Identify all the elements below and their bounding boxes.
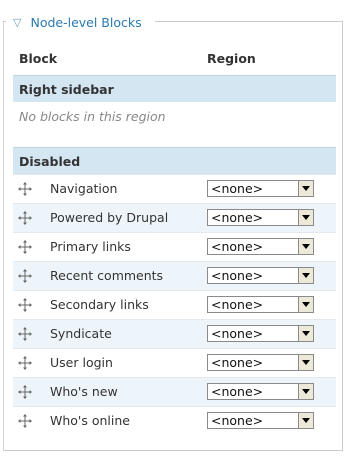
fieldset-legend-label[interactable]: Node-level Blocks bbox=[30, 15, 141, 30]
region-select[interactable]: <none> bbox=[207, 209, 314, 226]
table-row: Who's online <none> bbox=[13, 406, 336, 435]
region-header-right-sidebar: Right sidebar bbox=[13, 75, 336, 102]
table-row: Syndicate <none> bbox=[13, 319, 336, 348]
region-select-value: <none> bbox=[211, 355, 264, 370]
drag-handle-icon[interactable] bbox=[18, 240, 32, 254]
chevron-down-icon[interactable] bbox=[298, 297, 313, 312]
block-name: Who's online bbox=[50, 413, 130, 428]
region-select[interactable]: <none> bbox=[207, 354, 314, 371]
chevron-down-icon[interactable] bbox=[298, 239, 313, 254]
collapse-triangle-icon[interactable]: ▽ bbox=[13, 16, 21, 29]
region-select[interactable]: <none> bbox=[207, 383, 314, 400]
drag-handle-icon[interactable] bbox=[18, 414, 32, 428]
block-name: User login bbox=[50, 355, 113, 370]
chevron-down-icon[interactable] bbox=[298, 384, 313, 399]
region-title: Right sidebar bbox=[19, 82, 114, 97]
table-row: Who's new <none> bbox=[13, 377, 336, 406]
region-select-value: <none> bbox=[211, 239, 264, 254]
block-name: Powered by Drupal bbox=[50, 210, 169, 225]
block-name: Recent comments bbox=[50, 268, 164, 283]
chevron-down-icon[interactable] bbox=[298, 181, 313, 196]
fieldset-border-right bbox=[155, 21, 342, 22]
fieldset-legend[interactable]: ▽ Node-level Blocks bbox=[11, 13, 146, 31]
chevron-down-icon[interactable] bbox=[298, 326, 313, 341]
region-empty-text: No blocks in this region bbox=[19, 109, 166, 124]
region-select[interactable]: <none> bbox=[207, 296, 314, 313]
drag-handle-icon[interactable] bbox=[18, 211, 32, 225]
region-empty-message: No blocks in this region bbox=[13, 104, 336, 128]
region-header-disabled: Disabled bbox=[13, 147, 336, 174]
block-name: Primary links bbox=[50, 239, 131, 254]
table-row: Secondary links <none> bbox=[13, 290, 336, 319]
block-name: Navigation bbox=[50, 181, 118, 196]
column-header-block: Block bbox=[19, 51, 58, 66]
region-select-value: <none> bbox=[211, 297, 264, 312]
table-header: Block Region bbox=[14, 44, 337, 72]
region-select-value: <none> bbox=[211, 384, 264, 399]
drag-handle-icon[interactable] bbox=[18, 298, 32, 312]
drag-handle-icon[interactable] bbox=[18, 182, 32, 196]
region-select-value: <none> bbox=[211, 181, 264, 196]
drag-handle-icon[interactable] bbox=[18, 356, 32, 370]
region-select[interactable]: <none> bbox=[207, 238, 314, 255]
fieldset-border-left bbox=[3, 21, 6, 22]
table-row: Powered by Drupal <none> bbox=[13, 203, 336, 232]
block-name: Who's new bbox=[50, 384, 118, 399]
chevron-down-icon[interactable] bbox=[298, 413, 313, 428]
region-select[interactable]: <none> bbox=[207, 180, 314, 197]
block-name: Secondary links bbox=[50, 297, 149, 312]
table-row: Primary links <none> bbox=[13, 232, 336, 261]
block-name: Syndicate bbox=[50, 326, 112, 341]
region-select-value: <none> bbox=[211, 326, 264, 341]
chevron-down-icon[interactable] bbox=[298, 268, 313, 283]
region-select[interactable]: <none> bbox=[207, 267, 314, 284]
table-row: User login <none> bbox=[13, 348, 336, 377]
drag-handle-icon[interactable] bbox=[18, 327, 32, 341]
drag-handle-icon[interactable] bbox=[18, 385, 32, 399]
region-title: Disabled bbox=[19, 154, 81, 169]
table-row: Recent comments <none> bbox=[13, 261, 336, 290]
region-select[interactable]: <none> bbox=[207, 325, 314, 342]
drag-handle-icon[interactable] bbox=[18, 269, 32, 283]
chevron-down-icon[interactable] bbox=[298, 210, 313, 225]
chevron-down-icon[interactable] bbox=[298, 355, 313, 370]
region-select-value: <none> bbox=[211, 210, 264, 225]
table-row: Navigation <none> bbox=[13, 174, 336, 203]
column-header-region: Region bbox=[207, 51, 256, 66]
region-select-value: <none> bbox=[211, 413, 264, 428]
region-select-value: <none> bbox=[211, 268, 264, 283]
region-select[interactable]: <none> bbox=[207, 412, 314, 429]
